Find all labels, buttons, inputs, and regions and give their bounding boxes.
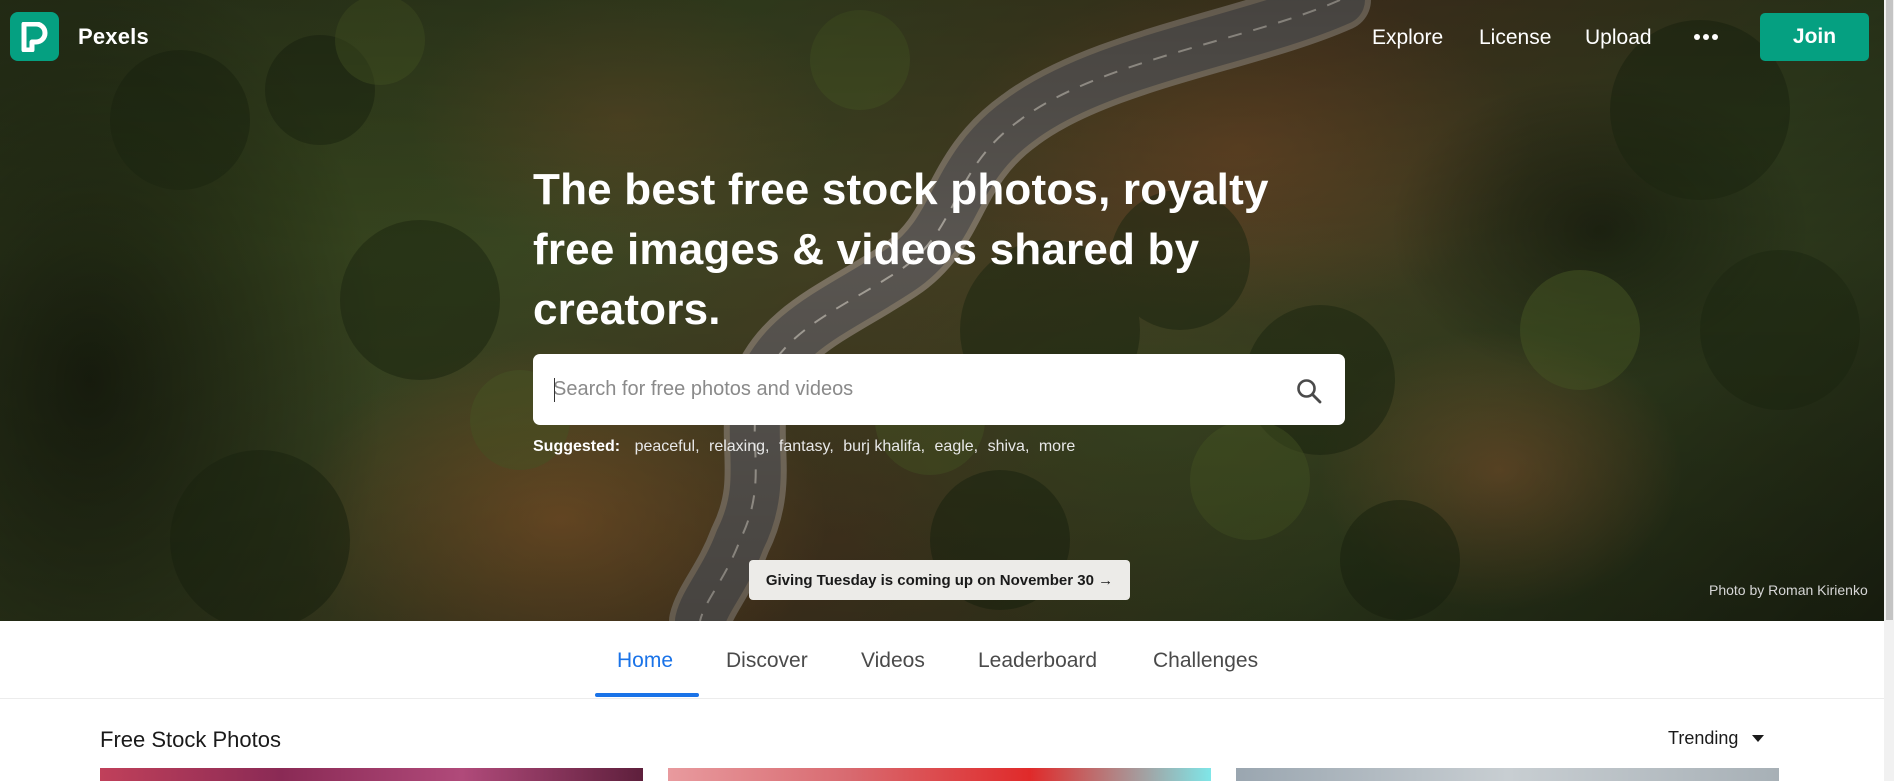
photo-thumbnail-3[interactable] <box>1236 768 1779 781</box>
nav-explore[interactable]: Explore <box>1372 26 1443 50</box>
tabs-bar <box>0 621 1884 699</box>
logo-p-icon <box>21 22 48 52</box>
hero-headline: The best free stock photos, royalty free… <box>533 165 1269 334</box>
suggestion-fantasy[interactable]: fantasy <box>779 438 829 455</box>
search-bar <box>533 354 1345 425</box>
photo-thumbnail-2[interactable] <box>668 768 1211 781</box>
giving-tuesday-banner[interactable]: Giving Tuesday is coming up on November … <box>749 560 1130 600</box>
suggestion-burj-khalifa[interactable]: burj khalifa <box>843 438 920 455</box>
search-icon[interactable] <box>1296 378 1322 404</box>
suggestion-peaceful[interactable]: peaceful <box>635 438 696 455</box>
active-tab-indicator <box>595 693 699 697</box>
suggestion-more[interactable]: more <box>1039 438 1075 455</box>
tab-home[interactable]: Home <box>617 649 673 673</box>
nav-license[interactable]: License <box>1479 26 1551 50</box>
sort-label: Trending <box>1668 728 1739 748</box>
tab-videos[interactable]: Videos <box>861 649 925 673</box>
tab-challenges[interactable]: Challenges <box>1153 649 1258 673</box>
caret-down-icon <box>1752 734 1765 742</box>
suggestion-eagle[interactable]: eagle <box>935 438 974 455</box>
suggestion-relaxing[interactable]: relaxing <box>709 438 765 455</box>
nav-upload[interactable]: Upload <box>1585 26 1652 50</box>
photo-thumbnail-1[interactable] <box>100 768 643 781</box>
tab-discover[interactable]: Discover <box>726 649 808 673</box>
suggested-label: Suggested: <box>533 438 621 455</box>
text-caret <box>554 378 555 402</box>
suggested-searches: Suggested: peaceful, relaxing, fantasy, … <box>533 438 1076 455</box>
brand-name[interactable]: Pexels <box>78 24 149 50</box>
search-input[interactable] <box>553 354 1253 425</box>
pexels-logo[interactable] <box>10 12 59 61</box>
scrollbar-thumb[interactable] <box>1886 0 1893 620</box>
section-title: Free Stock Photos <box>100 727 281 752</box>
join-button[interactable]: Join <box>1760 13 1869 61</box>
suggestion-shiva[interactable]: shiva <box>988 438 1025 455</box>
photo-credit[interactable]: Photo by Roman Kirienko <box>1709 582 1868 598</box>
sort-dropdown[interactable]: Trending <box>1668 728 1765 749</box>
ellipsis-icon[interactable] <box>1693 27 1719 47</box>
tab-leaderboard[interactable]: Leaderboard <box>978 649 1097 673</box>
